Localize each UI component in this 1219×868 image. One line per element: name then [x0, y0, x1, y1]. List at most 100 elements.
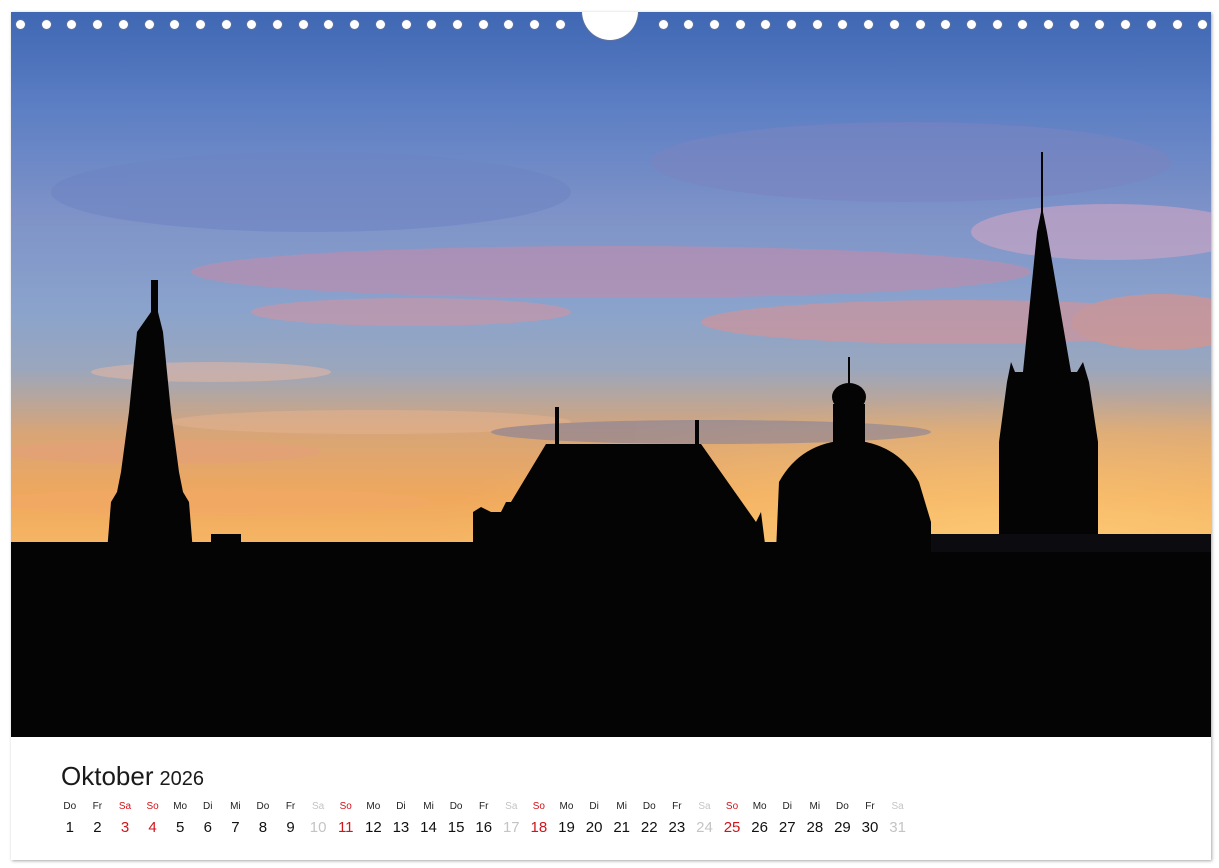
weekday-label: So: [725, 801, 739, 812]
day-cell: Mi 14: [415, 799, 443, 843]
weekday-label: Mi: [809, 801, 821, 812]
day-cell: Do 1: [56, 799, 84, 843]
day-cell: Di 20: [580, 799, 608, 843]
binding-hole: [1018, 20, 1028, 29]
binding-hole: [118, 20, 128, 29]
weekday-label: Mo: [173, 801, 188, 812]
calendar-strip: Oktober 2026 Do 1 Fr 2 Sa 3 So 4 Mo 5 Di 6 Mi 7 Do 8 Fr 9 S…: [11, 737, 1211, 860]
binding-hole: [941, 20, 951, 29]
day-cell: So 4: [139, 799, 167, 843]
day-cell: Di 13: [387, 799, 415, 843]
weekday-label: Mi: [616, 801, 627, 812]
day-number: 25: [723, 819, 741, 836]
binding-hole: [1044, 20, 1053, 29]
weekday-label: Mo: [752, 801, 767, 812]
day-number: 15: [447, 819, 465, 836]
weekday-label: Sa: [698, 801, 711, 812]
binding-hole: [684, 20, 694, 29]
day-number: 27: [778, 819, 796, 836]
skyline-photo: [11, 12, 1211, 737]
month-title: Oktober 2026: [61, 761, 204, 792]
day-cell: Di 6: [194, 799, 222, 843]
day-number: 16: [475, 819, 493, 836]
day-number: 7: [231, 819, 240, 836]
day-cell: Mi 21: [608, 799, 636, 843]
binding-hole: [889, 20, 899, 29]
day-number: 26: [751, 819, 768, 836]
day-number: 21: [613, 819, 631, 836]
weekday-label: Sa: [118, 801, 132, 812]
day-cell: Mo 12: [360, 799, 388, 843]
weekday-label: So: [532, 801, 545, 812]
day-cell: Sa 17: [498, 799, 526, 843]
binding-hole: [195, 20, 205, 29]
binding-hole: [864, 20, 874, 29]
binding-hole: [247, 20, 257, 29]
day-number: 5: [176, 819, 185, 836]
day-number: 18: [530, 819, 548, 836]
day-number: 12: [364, 819, 382, 836]
binding-hole: [658, 20, 668, 29]
binding-hole: [41, 20, 51, 29]
day-cell: So 11: [332, 799, 360, 843]
day-row: Do 1 Fr 2 Sa 3 So 4 Mo 5 Di 6 Mi 7 Do 8 Fr 9 Sa 10 So 11 Mo 12 D…: [56, 799, 911, 843]
spiral-binding: [11, 12, 1211, 42]
day-number: 2: [93, 819, 102, 836]
day-cell: Fr 30: [856, 799, 884, 843]
day-number: 28: [806, 819, 824, 836]
day-cell: So 18: [525, 799, 553, 843]
binding-hole: [221, 20, 231, 29]
day-cell: Mo 26: [746, 799, 774, 843]
day-cell: Do 15: [442, 799, 470, 843]
binding-hole: [375, 20, 385, 29]
binding-hole: [273, 20, 282, 29]
day-number: 30: [861, 819, 879, 836]
weekday-label: Di: [782, 801, 792, 812]
day-number: 9: [286, 819, 295, 836]
binding-hole: [1095, 20, 1105, 29]
day-cell: Sa 24: [691, 799, 719, 843]
day-number: 23: [668, 819, 686, 836]
weekday-label: Fr: [865, 801, 875, 812]
weekday-label: Sa: [312, 801, 325, 812]
weekday-label: Fr: [92, 801, 103, 812]
weekday-label: So: [339, 801, 352, 812]
day-number: 17: [502, 819, 520, 836]
month-year: 2026: [159, 768, 205, 790]
day-cell: Do 22: [635, 799, 663, 843]
weekday-label: Fr: [285, 801, 296, 812]
weekday-label: Mi: [423, 801, 434, 812]
binding-hole: [1146, 20, 1156, 29]
binding-hole: [401, 20, 411, 29]
day-cell: Fr 2: [84, 799, 112, 843]
binding-hole: [1121, 20, 1131, 29]
day-cell: Mi 7: [222, 799, 250, 843]
day-cell: Di 27: [773, 799, 801, 843]
binding-hole: [838, 20, 848, 29]
day-cell: Fr 23: [663, 799, 691, 843]
weekday-label: Sa: [891, 801, 904, 812]
binding-hole: [427, 20, 437, 29]
weekday-label: Mi: [230, 801, 241, 812]
weekday-label: Di: [396, 801, 406, 812]
day-number: 10: [309, 819, 327, 836]
month-name: Oktober: [61, 761, 154, 791]
binding-hole: [170, 20, 180, 29]
hanger-notch: [582, 12, 638, 40]
binding-hole: [452, 20, 462, 29]
day-number: 19: [558, 819, 575, 836]
day-cell: Do 29: [829, 799, 857, 843]
day-cell: Fr 16: [470, 799, 498, 843]
binding-hole: [530, 20, 539, 29]
binding-hole: [144, 20, 154, 29]
weekday-label: Di: [203, 801, 213, 812]
day-number: 1: [65, 819, 74, 836]
day-cell: Sa 3: [111, 799, 139, 843]
weekday-label: Di: [589, 801, 599, 812]
weekday-label: Do: [836, 801, 849, 812]
binding-hole: [93, 20, 103, 29]
binding-hole: [787, 20, 796, 29]
binding-hole: [915, 20, 925, 29]
day-cell: Sa 10: [304, 799, 332, 843]
day-number: 22: [640, 819, 658, 836]
